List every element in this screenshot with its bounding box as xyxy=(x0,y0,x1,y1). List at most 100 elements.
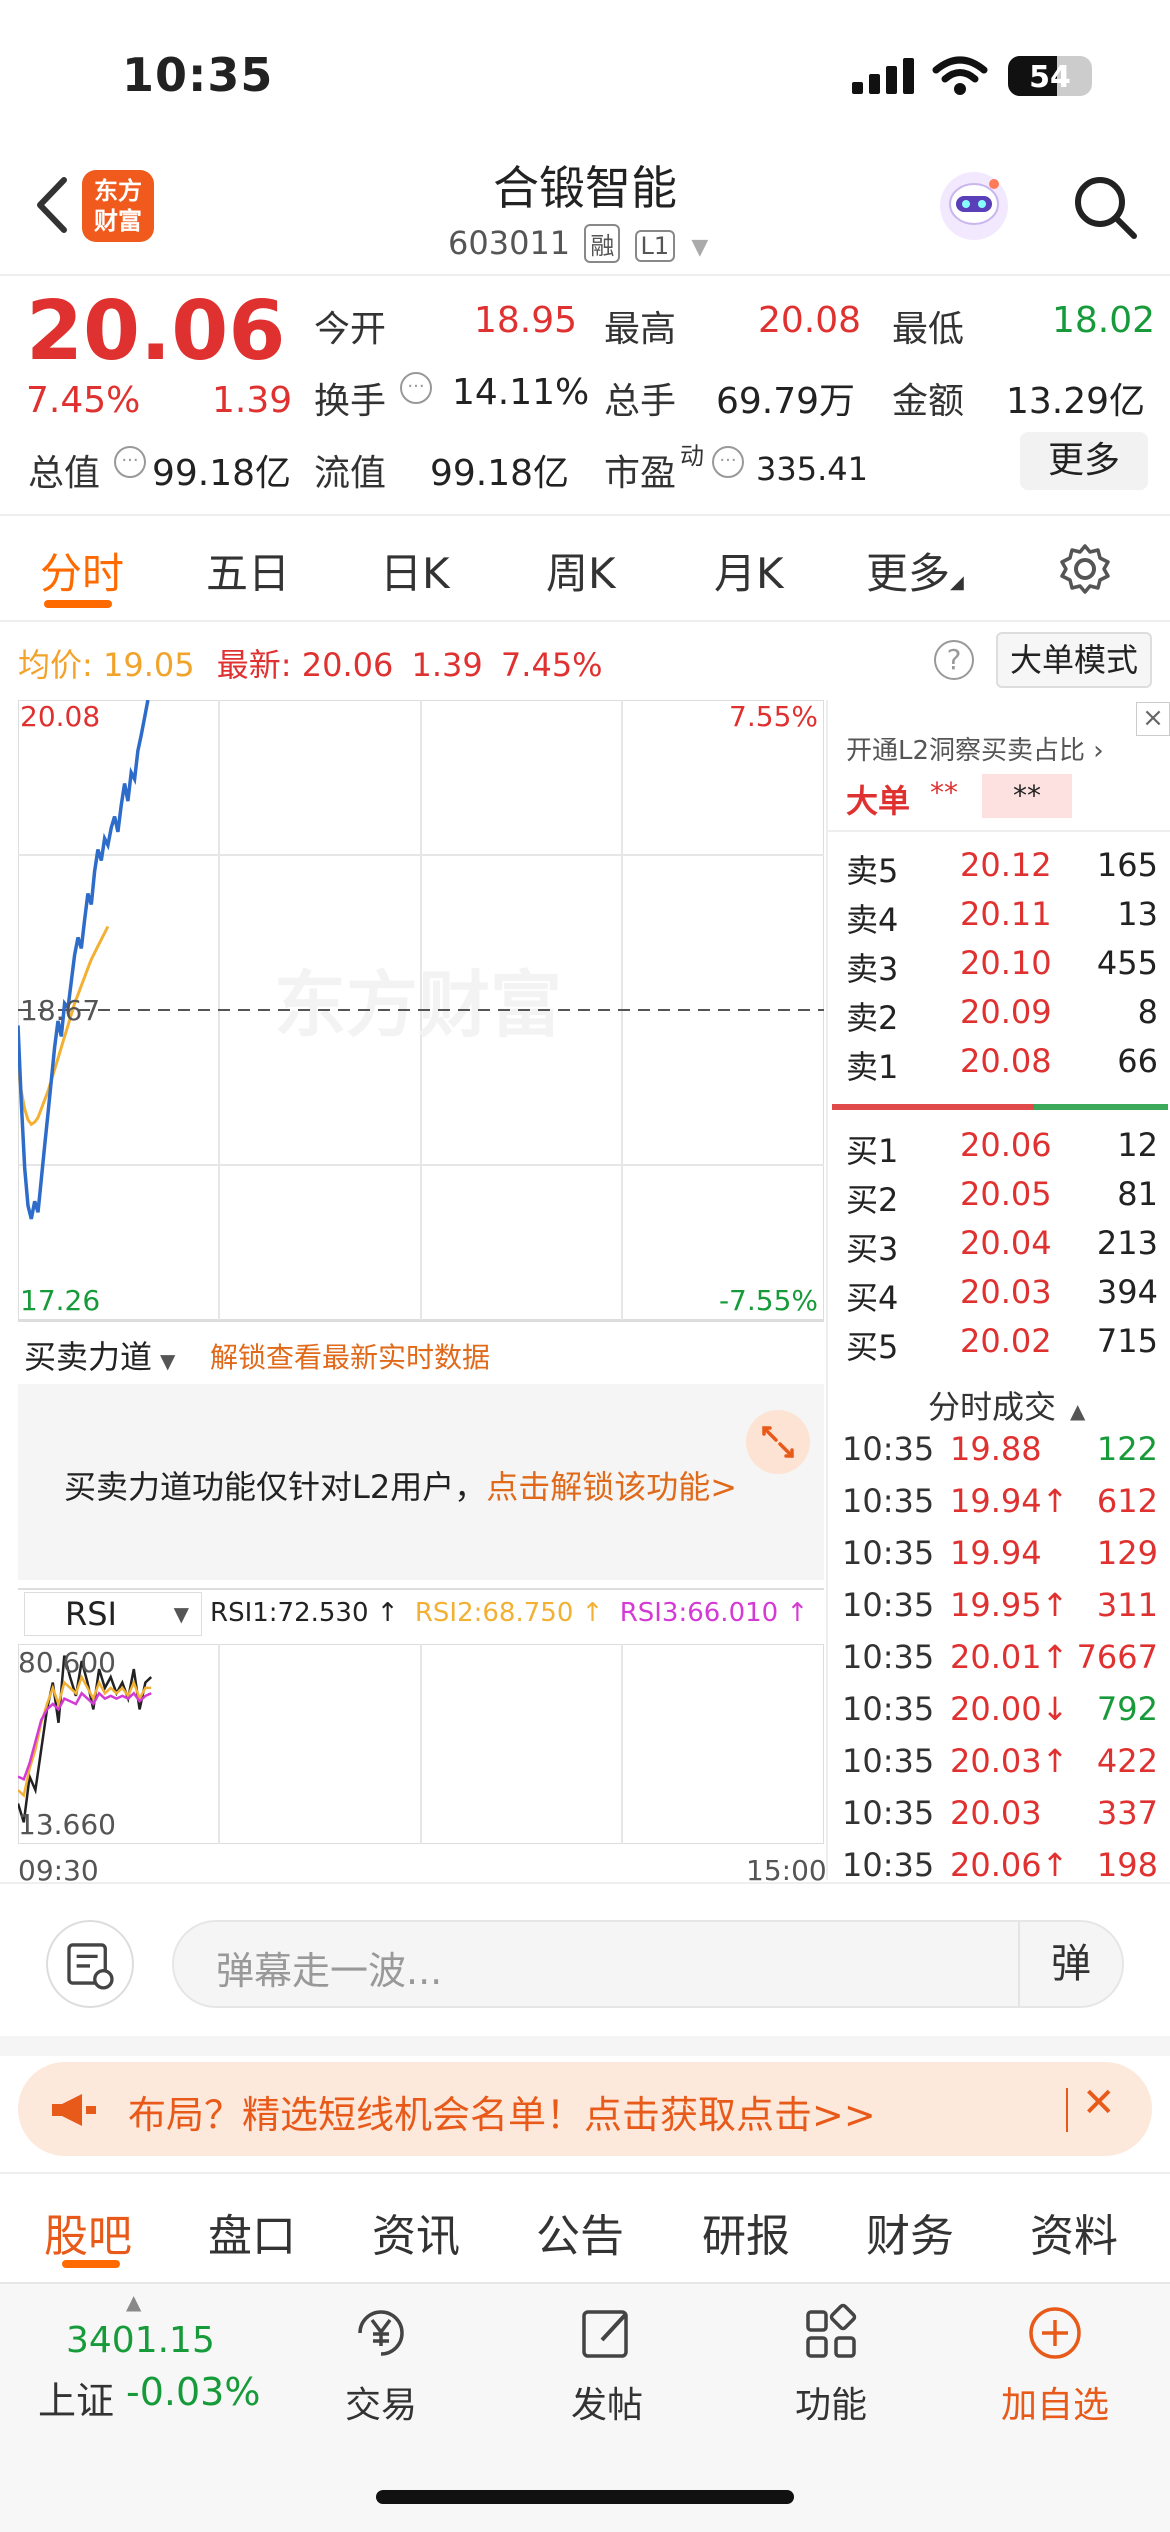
buy-row: 买5 20.02 715 xyxy=(846,1322,1158,1371)
robot-assistant-icon[interactable] xyxy=(936,168,1012,244)
info-icon[interactable]: ··· xyxy=(712,446,744,478)
expand-icon[interactable] xyxy=(746,1410,810,1474)
rsi-values: RSI1:72.530 ↑ RSI2:68.750 ↑ RSI3:66.010 … xyxy=(210,1598,808,1628)
tab-research[interactable]: 研报 xyxy=(702,2200,790,2264)
sell-price: 20.11 xyxy=(960,895,1052,933)
rsi-select[interactable]: RSI ▼ xyxy=(24,1592,202,1636)
tick-volume: 337 xyxy=(1096,1794,1158,1832)
bigorder-buy: ** xyxy=(930,776,958,809)
rsi-top-label: 80.600 xyxy=(18,1646,116,1679)
chevron-right-icon: › xyxy=(1085,736,1104,766)
tick-row: 10:35 19.94 129 xyxy=(842,1534,1158,1586)
power-unlock-link[interactable]: 点击解锁该功能> xyxy=(486,1468,737,1506)
latest-percent: 7.45% xyxy=(500,646,603,684)
search-icon[interactable] xyxy=(1070,172,1140,242)
nav-trade[interactable]: 交易 xyxy=(316,2300,446,2428)
index-percent: -0.03% xyxy=(126,2370,261,2414)
stock-name: 合锻智能 xyxy=(493,161,677,215)
danmu-settings-icon[interactable] xyxy=(46,1920,134,2008)
divider xyxy=(826,830,1170,832)
change-amount: 1.39 xyxy=(212,380,293,421)
active-tab-indicator xyxy=(44,600,112,608)
tab-monthly-k[interactable]: 月K xyxy=(714,540,784,601)
tick-price: 20.00↓ xyxy=(950,1690,1069,1728)
tab-five-day[interactable]: 五日 xyxy=(206,540,290,601)
info-icon[interactable]: ··· xyxy=(114,446,146,478)
bigorder-mode-button[interactable]: 大单模式 xyxy=(996,632,1152,688)
divider xyxy=(0,1882,1170,1884)
close-promo-icon[interactable]: ✕ xyxy=(1082,2080,1116,2126)
latest-value: 20.06 xyxy=(301,646,394,684)
home-indicator xyxy=(376,2490,794,2504)
tick-time: 10:35 xyxy=(842,1742,935,1780)
tab-market-depth[interactable]: 盘口 xyxy=(208,2200,296,2264)
buy-label: 买5 xyxy=(846,1328,899,1366)
tab-weekly-k[interactable]: 周K xyxy=(546,540,616,601)
sell-row: 卖3 20.10 455 xyxy=(846,944,1158,993)
tick-time: 10:35 xyxy=(842,1794,935,1832)
sell-row: 卖5 20.12 165 xyxy=(846,846,1158,895)
float-value: 99.18亿 xyxy=(430,453,570,494)
rsi-chart[interactable]: 80.600 13.660 xyxy=(18,1644,824,1844)
tab-more[interactable]: 更多◢ xyxy=(866,540,964,601)
tab-financials[interactable]: 财务 xyxy=(866,2200,954,2264)
active-tab-indicator xyxy=(62,2260,120,2268)
sell-volume: 8 xyxy=(1137,993,1158,1031)
info-icon[interactable]: ··· xyxy=(400,372,432,404)
price-low-label: 17.26 xyxy=(20,1284,100,1317)
intraday-chart[interactable]: 东方财富 20.08 18.67 17.26 7.55% -7.55% xyxy=(18,700,824,1320)
dropdown-icon: ▼ xyxy=(691,235,709,260)
back-icon[interactable] xyxy=(28,172,78,238)
latest-label: 最新: xyxy=(216,646,292,684)
danmu-toggle-button[interactable]: 弹 xyxy=(1018,1922,1122,2006)
tab-daily-k[interactable]: 日K xyxy=(380,540,450,601)
unlock-link[interactable]: 解锁查看最新实时数据 xyxy=(210,1336,490,1376)
tab-profile[interactable]: 资料 xyxy=(1030,2200,1118,2264)
more-button[interactable]: 更多 xyxy=(1020,432,1148,490)
help-icon[interactable]: ? xyxy=(934,640,974,680)
amount-label: 金额 xyxy=(892,381,965,422)
amount-value: 13.29亿 xyxy=(1006,381,1146,422)
bigorder-label: 大单 xyxy=(846,782,911,820)
tab-news[interactable]: 资讯 xyxy=(372,2200,460,2264)
stock-code-row[interactable]: 603011 融 L1 ▼ xyxy=(448,224,708,263)
turnover-value: 14.11% xyxy=(452,372,590,413)
megaphone-icon xyxy=(52,2094,96,2126)
sell-label: 卖3 xyxy=(846,950,899,988)
buy-label: 买1 xyxy=(846,1132,899,1170)
rsi1-value: RSI1:72.530 ↑ xyxy=(210,1598,399,1628)
nav-post[interactable]: 发帖 xyxy=(542,2300,672,2428)
low-label: 最低 xyxy=(892,309,965,350)
status-time: 10:35 xyxy=(122,48,274,102)
nav-add-watchlist[interactable]: 加自选 xyxy=(990,2300,1120,2428)
tick-price: 20.03↑ xyxy=(950,1742,1069,1780)
divider xyxy=(0,274,1170,276)
promo-text[interactable]: 布局？精选短线机会名单！点击获取点击>> xyxy=(128,2084,876,2139)
tick-volume: 122 xyxy=(1096,1430,1158,1468)
l2-upsell[interactable]: 开通L2洞察买卖占比 › xyxy=(846,730,1104,767)
tab-forum[interactable]: 股吧 xyxy=(44,2200,132,2264)
power-select-label: 买卖力道 xyxy=(24,1338,153,1376)
tab-announcements[interactable]: 公告 xyxy=(536,2200,624,2264)
divider xyxy=(1066,2088,1068,2132)
index-value[interactable]: 3401.15 xyxy=(66,2320,215,2361)
tick-volume: 7667 xyxy=(1076,1638,1158,1676)
nav-add-watchlist-label: 加自选 xyxy=(1000,2385,1109,2426)
stock-code: 603011 xyxy=(448,224,571,262)
tab-intraday[interactable]: 分时 xyxy=(40,540,124,601)
sell-volume: 66 xyxy=(1117,1042,1158,1080)
sell-price: 20.08 xyxy=(960,1042,1052,1080)
power-select[interactable]: 买卖力道 ▼ xyxy=(24,1332,175,1378)
sell-price: 20.09 xyxy=(960,993,1052,1031)
ticks-title[interactable]: 分时成交 ▲ xyxy=(928,1382,1085,1428)
mktcap-value: 99.18亿 xyxy=(152,453,292,494)
buy-row: 买4 20.03 394 xyxy=(846,1273,1158,1322)
close-icon[interactable]: × xyxy=(1136,702,1170,736)
sell-volume: 165 xyxy=(1096,846,1158,884)
buy-price: 20.04 xyxy=(960,1224,1052,1262)
pe-value: 335.41 xyxy=(756,450,868,488)
settings-gear-icon[interactable] xyxy=(1058,542,1112,596)
rsi-select-label: RSI xyxy=(65,1595,117,1633)
nav-functions[interactable]: 功能 xyxy=(766,2300,896,2428)
tick-time: 10:35 xyxy=(842,1482,935,1520)
